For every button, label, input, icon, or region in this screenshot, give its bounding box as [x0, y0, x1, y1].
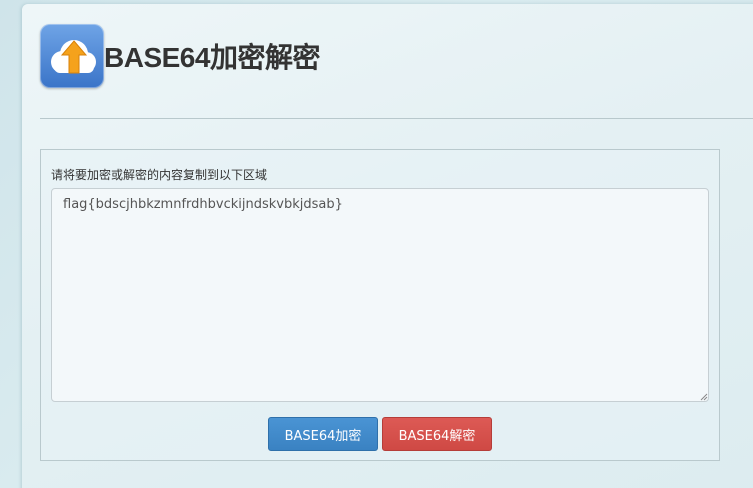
input-prompt-label: 请将要加密或解密的内容复制到以下区域 — [51, 168, 268, 182]
page-title: BASE64加密解密 — [104, 42, 320, 73]
cloud-upload-icon — [40, 24, 104, 88]
base64-decode-button[interactable]: BASE64解密 — [382, 417, 492, 451]
base64-encode-button[interactable]: BASE64加密 — [268, 417, 378, 451]
header-divider — [40, 118, 753, 119]
content-fieldset: 请将要加密或解密的内容复制到以下区域 BASE64加密 BASE64解密 — [40, 149, 720, 461]
content-textarea[interactable] — [51, 188, 709, 402]
resize-grip-icon[interactable] — [700, 393, 708, 401]
